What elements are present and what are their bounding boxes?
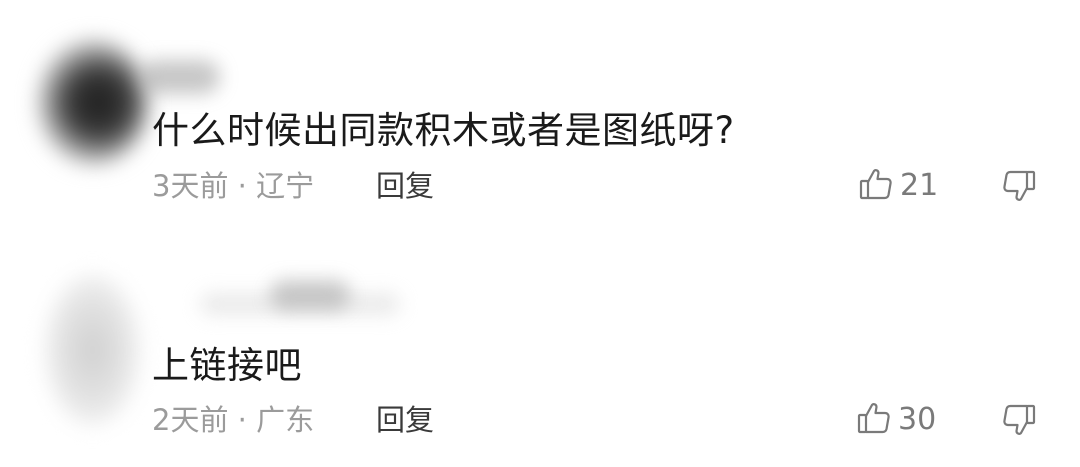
avatar[interactable] [45,275,140,425]
thumbs-up-icon [856,400,892,440]
avatar[interactable] [38,40,148,165]
username[interactable] [140,60,220,94]
thumbs-down-icon [1001,170,1037,208]
comment-text: 什么时候出同款积木或者是图纸呀? [152,109,735,152]
comment-time-location: 3天前 · 辽宁 [152,169,315,203]
comment-meta-row: 3天前 · 辽宁 回复 21 [152,166,1052,206]
like-count: 30 [898,402,937,437]
reply-button[interactable]: 回复 [376,166,434,206]
like-button[interactable]: 30 [856,402,936,438]
thumbs-up-icon [858,166,894,206]
comment-item: 什么时候出同款积木或者是图纸呀? 3天前 · 辽宁 回复 21 [0,0,1080,235]
username-highlight [270,280,350,310]
comment-meta-row: 2天前 · 广东 回复 30 [152,400,1052,440]
like-count: 21 [900,168,939,203]
reply-button[interactable]: 回复 [376,400,434,440]
comment-time-location: 2天前 · 广东 [152,403,315,437]
comment-text: 上链接吧 [152,344,302,387]
dislike-button[interactable] [1001,168,1037,204]
dislike-button[interactable] [1001,402,1037,438]
thumbs-down-icon [1001,404,1037,442]
comment-item: 上链接吧 2天前 · 广东 回复 30 [0,235,1080,467]
like-button[interactable]: 21 [858,168,938,204]
comment-list: 什么时候出同款积木或者是图纸呀? 3天前 · 辽宁 回复 21 上链接吧 2天前… [0,0,1080,467]
